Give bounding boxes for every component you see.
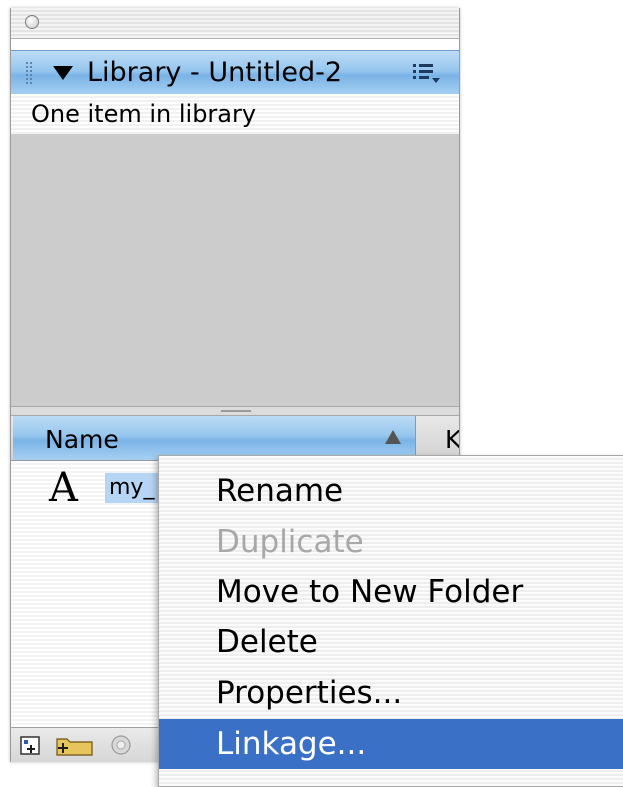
name-column-label: Name — [45, 425, 119, 454]
grip-icon[interactable] — [25, 61, 33, 85]
resize-handle-icon — [221, 410, 251, 412]
new-symbol-icon[interactable] — [19, 733, 43, 757]
collapse-triangle-icon[interactable] — [53, 66, 73, 80]
name-column-header[interactable]: Name — [13, 416, 416, 460]
sort-ascending-icon — [385, 430, 401, 444]
pane-resize-divider[interactable] — [11, 406, 459, 416]
context-menu: Rename Duplicate Move to New Folder Dele… — [158, 455, 623, 787]
close-button[interactable] — [25, 15, 39, 29]
options-menu-icon[interactable] — [411, 61, 441, 85]
item-count-row: One item in library — [11, 94, 459, 134]
kind-column-label: K — [445, 425, 460, 454]
menu-item-move-to-new-folder[interactable]: Move to New Folder — [159, 567, 623, 617]
menu-item-properties[interactable]: Properties... — [159, 668, 623, 718]
menu-item-rename[interactable]: Rename — [159, 466, 623, 516]
library-title: Library - Untitled-2 — [87, 57, 343, 88]
menu-item-linkage[interactable]: Linkage... — [159, 719, 623, 769]
item-count-text: One item in library — [31, 100, 257, 128]
properties-icon[interactable] — [109, 733, 133, 757]
font-symbol-icon: A — [49, 465, 78, 511]
library-header[interactable]: Library - Untitled-2 — [11, 50, 459, 96]
kind-column-header[interactable]: K — [417, 416, 459, 460]
preview-area — [11, 134, 459, 406]
new-folder-icon[interactable] — [55, 733, 95, 757]
menu-item-duplicate[interactable]: Duplicate — [159, 517, 623, 567]
menu-item-delete[interactable]: Delete — [159, 617, 623, 667]
panel-titlebar[interactable] — [11, 8, 459, 39]
